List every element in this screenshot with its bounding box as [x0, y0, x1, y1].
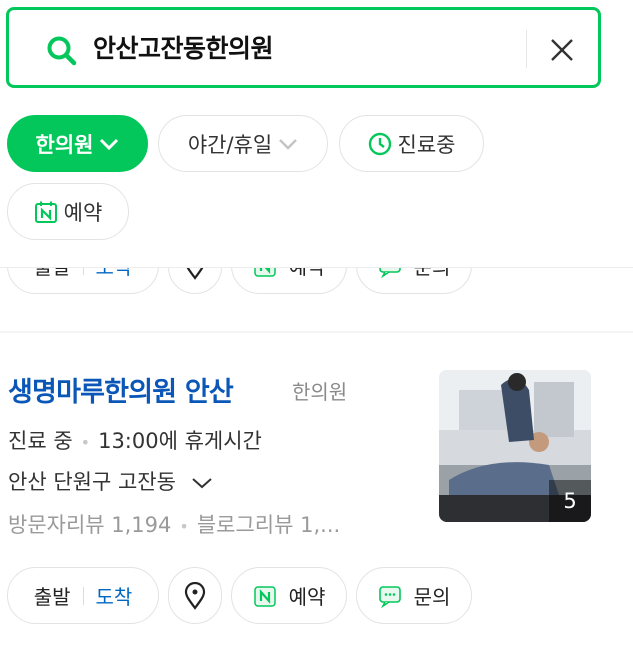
chat-icon: [378, 268, 401, 278]
directions-button[interactable]: 출발 도착: [7, 567, 159, 624]
previous-card-actions: 출발 도착 예약 문의: [0, 268, 633, 331]
directions-button[interactable]: 출발 도착: [7, 268, 159, 294]
map-pin-icon: [186, 268, 204, 280]
chevron-down-icon: [279, 138, 298, 150]
naver-reservation-icon: [34, 201, 57, 223]
depart-label[interactable]: 출발: [34, 268, 71, 280]
search-input[interactable]: 안산고잔동한의원: [93, 29, 274, 65]
divider: [82, 586, 84, 605]
reviews-row: 방문자리뷰 1,194 • 블로그리뷰 1,...: [8, 509, 340, 539]
chevron-down-icon[interactable]: [191, 476, 213, 490]
inquiry-label: 문의: [414, 268, 451, 280]
map-pin-icon: [184, 581, 206, 610]
reserve-button[interactable]: 예약: [231, 567, 347, 624]
business-hours-row: 진료 중 • 13:00에 휴게시간: [8, 425, 262, 455]
filter-chip-category-label: 한의원: [35, 132, 94, 157]
hours-note: 13:00에 휴게시간: [98, 429, 262, 453]
search-divider: [526, 30, 527, 68]
search-bar[interactable]: 안산고잔동한의원: [6, 7, 601, 88]
separator-dot: •: [80, 433, 91, 452]
map-pin-button[interactable]: [168, 567, 222, 624]
filter-chip-reservation[interactable]: 예약: [7, 183, 129, 240]
naver-reservation-icon: [253, 585, 276, 607]
reserve-label: 예약: [289, 268, 326, 280]
filter-chip-category[interactable]: 한의원: [7, 115, 148, 172]
reserve-button[interactable]: 예약: [231, 268, 347, 294]
inquiry-button[interactable]: 문의: [356, 567, 472, 624]
visitor-reviews-link[interactable]: 방문자리뷰 1,194: [8, 513, 171, 537]
reserve-label: 예약: [288, 585, 326, 609]
place-card: 생명마루한의원 안산 한의원 진료 중 • 13:00에 휴게시간 안산 단원구 고…: [0, 333, 633, 651]
address-text[interactable]: 안산 단원구 고잔동: [8, 470, 176, 494]
filter-chip-reservation-label: 예약: [63, 200, 103, 225]
place-category: 한의원: [292, 380, 348, 404]
inquiry-button[interactable]: 문의: [356, 268, 472, 294]
map-pin-button[interactable]: [168, 268, 222, 294]
blog-reviews-link[interactable]: 블로그리뷰 1,...: [197, 513, 340, 537]
photo-count: 5: [549, 480, 591, 522]
filter-chip-night-holiday[interactable]: 야간/휴일: [158, 115, 328, 172]
naver-reservation-icon: [253, 268, 276, 277]
separator-dot: •: [179, 517, 189, 536]
filter-chip-open-now-label: 진료중: [397, 132, 456, 157]
clock-icon: [368, 132, 391, 155]
place-name-link[interactable]: 생명마루한의원 안산: [8, 370, 234, 409]
search-header: 안산고잔동한의원 한의원 야간/휴일 진료중 예약: [0, 0, 633, 268]
place-photo[interactable]: 5: [439, 370, 591, 522]
inquiry-label: 문의: [413, 585, 451, 609]
chevron-down-icon: [100, 138, 119, 150]
depart-label[interactable]: 출발: [34, 581, 71, 610]
chat-icon: [378, 585, 401, 608]
address-row[interactable]: 안산 단원구 고잔동: [8, 466, 213, 496]
close-icon[interactable]: [549, 37, 575, 63]
arrive-label[interactable]: 도착: [96, 268, 133, 280]
open-status: 진료 중: [8, 429, 73, 453]
search-icon: [47, 36, 77, 66]
divider: [82, 268, 84, 275]
arrive-label[interactable]: 도착: [96, 581, 133, 610]
filter-chip-night-holiday-label: 야간/휴일: [187, 132, 273, 157]
filter-chip-open-now[interactable]: 진료중: [339, 115, 484, 172]
